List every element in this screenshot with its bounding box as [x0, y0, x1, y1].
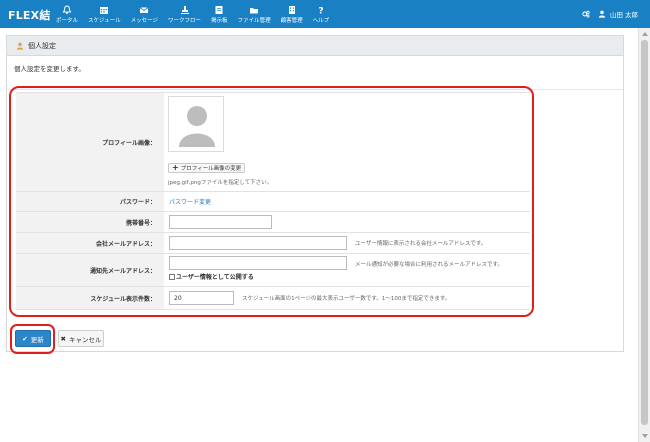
nav-label: ファイル管理	[237, 17, 271, 24]
panel-title: 個人設定	[28, 41, 56, 50]
nav-label: メッセージ	[130, 17, 159, 24]
question-icon: ?	[318, 6, 323, 15]
nav-label: ポータル	[56, 17, 79, 24]
user-icon	[16, 42, 24, 50]
nav-customer[interactable]: 顧客管理	[276, 0, 308, 28]
nav-portal[interactable]: ポータル	[51, 0, 83, 28]
building-icon	[288, 5, 295, 14]
top-navbar: FLEX結 ポータル スケジュール メッセージ ワークフロー 掲示板 ファイル管…	[0, 0, 650, 28]
envelope-icon	[140, 6, 149, 13]
bell-icon	[62, 4, 72, 14]
brand-logo[interactable]: FLEX結	[8, 7, 51, 23]
user-menu[interactable]: 山田 太郎	[598, 9, 638, 19]
nav-label: 掲示板	[211, 17, 228, 24]
vertical-scrollbar[interactable]	[638, 28, 650, 442]
scroll-down-arrow-icon[interactable]	[642, 434, 648, 438]
update-button-label: 更新	[30, 335, 44, 344]
nav-file[interactable]: ファイル管理	[233, 0, 276, 28]
nav-message[interactable]: メッセージ	[126, 0, 163, 28]
nav-schedule[interactable]: スケジュール	[83, 0, 126, 28]
panel-header: 個人設定	[7, 36, 623, 56]
nav-label: スケジュール	[88, 17, 121, 24]
update-button[interactable]: ✔ 更新	[15, 330, 51, 347]
nav-workflow[interactable]: ワークフロー	[163, 0, 206, 28]
main-nav: ポータル スケジュール メッセージ ワークフロー 掲示板 ファイル管理 顧客管理…	[51, 0, 334, 28]
nav-label: 顧客管理	[280, 17, 303, 24]
calendar-icon	[100, 6, 109, 14]
svg-text:?: ?	[318, 6, 323, 15]
cancel-button[interactable]: ✖ キャンセル	[58, 330, 104, 347]
scroll-thumb[interactable]	[641, 40, 648, 425]
stamp-icon	[180, 5, 189, 14]
scroll-up-arrow-icon[interactable]	[642, 32, 648, 36]
nav-board[interactable]: 掲示板	[206, 0, 233, 28]
cancel-button-label: キャンセル	[68, 335, 102, 344]
user-name: 山田 太郎	[609, 11, 638, 19]
gears-icon[interactable]	[582, 10, 590, 18]
board-icon	[215, 5, 223, 14]
nav-help[interactable]: ? ヘルプ	[308, 0, 335, 28]
folder-icon	[250, 7, 259, 13]
check-icon: ✔	[22, 334, 28, 343]
nav-label: ヘルプ	[312, 17, 330, 24]
close-icon: ✖	[60, 334, 66, 343]
nav-label: ワークフロー	[168, 17, 202, 24]
highlight-form	[9, 86, 534, 317]
user-icon	[598, 10, 606, 18]
panel-description: 個人設定を変更します。	[14, 65, 85, 73]
user-area: 山田 太郎	[582, 9, 638, 19]
